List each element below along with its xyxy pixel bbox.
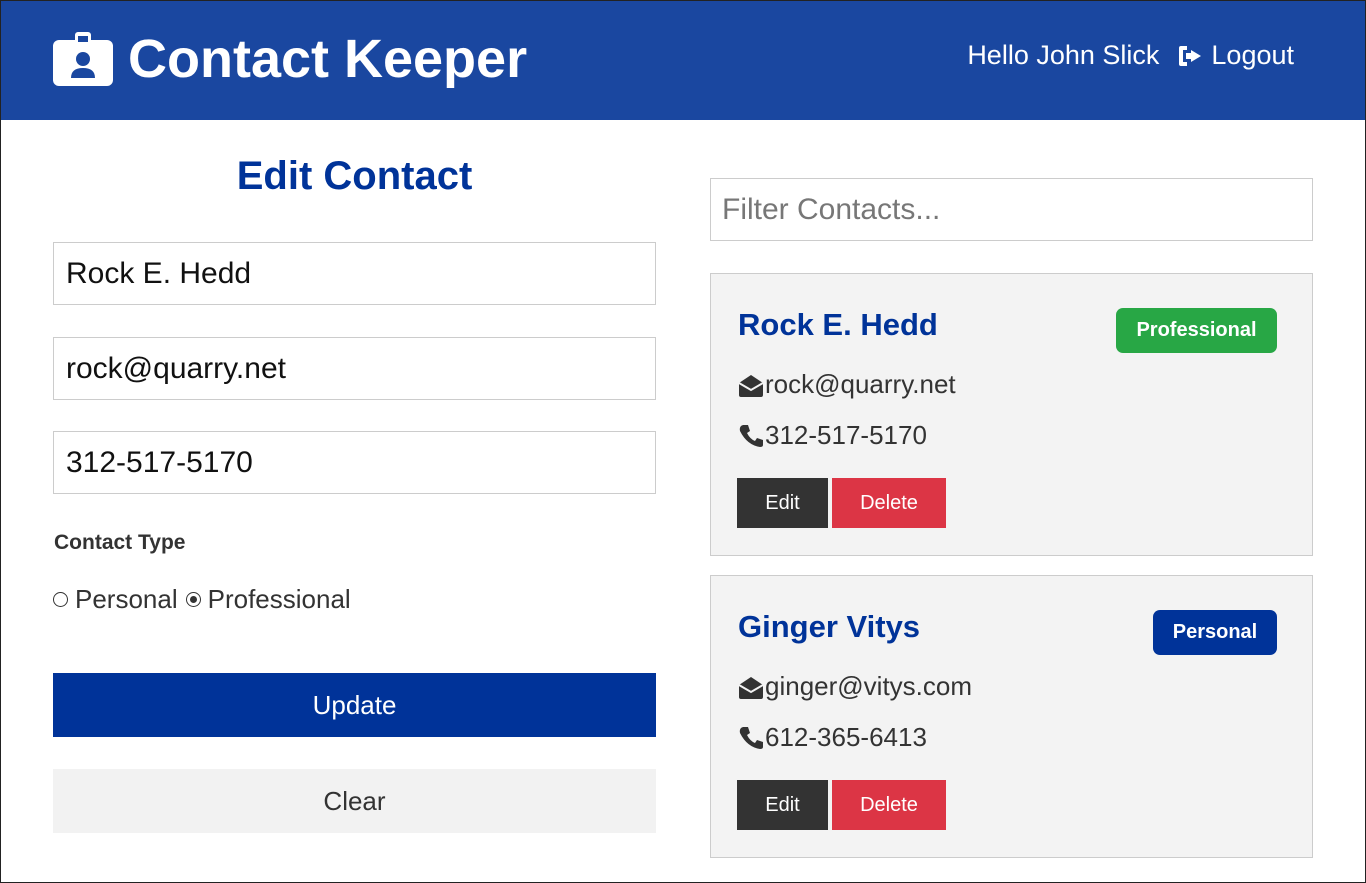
filter-input[interactable]	[710, 178, 1313, 241]
contact-phone-text: 612-365-6413	[765, 722, 927, 752]
name-input[interactable]	[53, 242, 656, 305]
contact-email: rock@quarry.net	[737, 369, 956, 400]
id-badge-icon	[53, 32, 113, 86]
edit-button[interactable]: Edit	[737, 780, 828, 830]
contact-email-text: rock@quarry.net	[765, 369, 956, 399]
user-greeting: Hello John Slick	[967, 40, 1160, 70]
envelope-open-icon	[738, 374, 764, 397]
form-title: Edit Contact	[236, 154, 473, 198]
radio-personal[interactable]	[53, 592, 68, 607]
contact-name: Rock E. Hedd	[738, 307, 938, 342]
edit-button[interactable]: Edit	[737, 478, 828, 528]
phone-icon	[739, 424, 763, 447]
envelope-open-icon	[738, 676, 764, 699]
update-button[interactable]: Update	[53, 673, 656, 737]
delete-button[interactable]: Delete	[832, 780, 946, 830]
email-input[interactable]	[53, 337, 656, 400]
brand[interactable]: Contact Keeper	[53, 28, 527, 90]
contact-phone: 612-365-6413	[737, 722, 927, 753]
contact-card: Rock E. Hedd Professional rock@quarry.ne…	[710, 273, 1313, 556]
navbar: Contact Keeper Hello John Slick Logout	[0, 0, 1366, 120]
contact-name: Ginger Vitys	[738, 609, 921, 644]
phone-icon	[739, 726, 763, 749]
radio-professional[interactable]	[185, 592, 201, 607]
contact-phone: 312-517-5170	[737, 420, 927, 451]
contact-card: Ginger Vitys Personal ginger@vitys.com 6…	[710, 575, 1313, 858]
logout-label: Logout	[1211, 40, 1294, 70]
clear-button[interactable]: Clear	[53, 769, 656, 833]
radio-professional-label: Professional	[207, 584, 351, 614]
contact-type-badge: Professional	[1116, 308, 1277, 353]
logout-link[interactable]: Logout	[1177, 40, 1294, 71]
nav-right: Hello John Slick Logout	[967, 40, 1294, 71]
phone-input[interactable]	[53, 431, 656, 494]
contact-phone-text: 312-517-5170	[765, 420, 927, 450]
contact-email: ginger@vitys.com	[737, 671, 972, 702]
delete-button[interactable]: Delete	[832, 478, 946, 528]
brand-title: Contact Keeper	[128, 29, 528, 89]
contact-type-radios: Personal Professional	[53, 584, 359, 615]
contact-type-label: Contact Type	[54, 531, 186, 554]
contact-type-badge: Personal	[1153, 610, 1277, 655]
contact-email-text: ginger@vitys.com	[765, 671, 973, 701]
sign-out-icon	[1179, 45, 1202, 66]
radio-personal-label: Personal	[75, 584, 178, 614]
